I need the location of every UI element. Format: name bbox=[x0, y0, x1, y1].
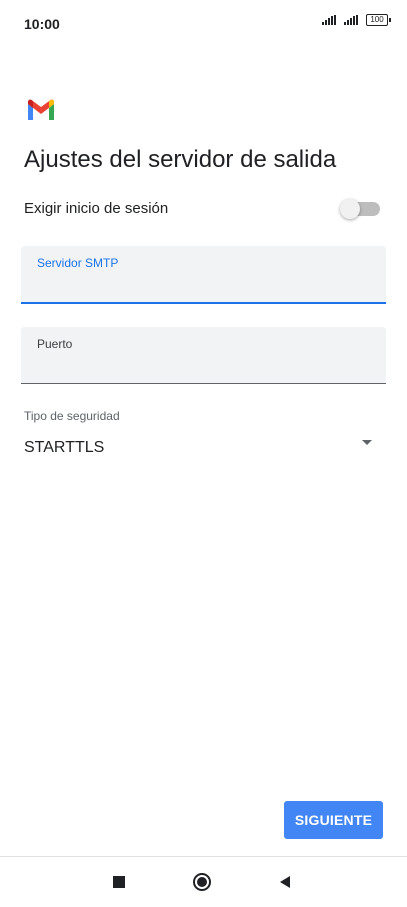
login-required-row: Exigir inicio de sesión bbox=[24, 196, 384, 224]
next-button[interactable]: SIGUIENTE bbox=[284, 801, 383, 839]
status-bar: 10:00 100 bbox=[0, 0, 407, 50]
toggle-knob bbox=[340, 199, 360, 219]
security-type-value: STARTTLS bbox=[24, 439, 105, 456]
home-icon[interactable] bbox=[193, 873, 211, 891]
battery-icon: 100 bbox=[366, 14, 391, 26]
port-label: Puerto bbox=[37, 337, 73, 351]
smtp-server-field[interactable]: Servidor SMTP bbox=[21, 246, 386, 304]
smtp-server-input[interactable] bbox=[37, 274, 367, 296]
port-field[interactable]: Puerto bbox=[21, 327, 386, 384]
status-time: 10:00 bbox=[24, 16, 60, 32]
security-type-select[interactable]: STARTTLS bbox=[24, 436, 384, 464]
dropdown-arrow-icon bbox=[362, 440, 372, 445]
gmail-logo-icon bbox=[24, 94, 58, 128]
signal-icon bbox=[322, 15, 338, 25]
status-icons: 100 bbox=[322, 14, 391, 26]
login-required-toggle[interactable] bbox=[340, 199, 380, 219]
smtp-server-label: Servidor SMTP bbox=[37, 256, 119, 270]
navigation-bar bbox=[0, 856, 407, 907]
back-icon[interactable] bbox=[280, 876, 290, 888]
login-required-label: Exigir inicio de sesión bbox=[24, 200, 169, 217]
battery-tip bbox=[389, 18, 391, 22]
security-type-label: Tipo de seguridad bbox=[24, 409, 120, 423]
page-title: Ajustes del servidor de salida bbox=[24, 146, 337, 173]
battery-level: 100 bbox=[366, 14, 388, 26]
signal-icon bbox=[344, 15, 360, 25]
recents-icon[interactable] bbox=[113, 876, 125, 888]
port-input[interactable] bbox=[37, 355, 367, 377]
